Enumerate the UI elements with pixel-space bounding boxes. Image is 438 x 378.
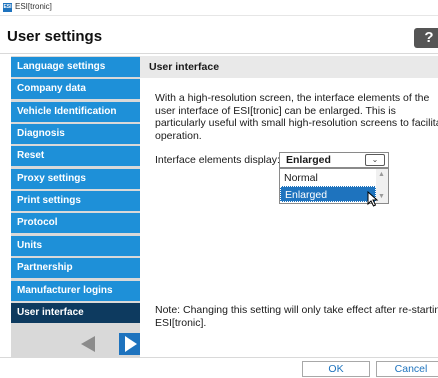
chevron-down-icon[interactable]: ⌄ bbox=[365, 154, 385, 166]
page-header: User settings ? bbox=[0, 16, 438, 54]
window-title: ESI[tronic] bbox=[15, 2, 52, 11]
section-header: User interface bbox=[140, 56, 438, 78]
sidebar-item-proxy-settings[interactable]: Proxy settings bbox=[11, 169, 140, 189]
sidebar-item-user-interface[interactable]: User interface bbox=[11, 303, 140, 323]
previous-arrow-icon[interactable] bbox=[81, 336, 95, 352]
display-label: Interface elements display: bbox=[155, 154, 280, 166]
sidebar-item-company-data[interactable]: Company data bbox=[11, 79, 140, 99]
page-title: User settings bbox=[7, 28, 103, 45]
sidebar-pager bbox=[11, 333, 140, 355]
sidebar-item-manufacturer-logins[interactable]: Manufacturer logins bbox=[11, 281, 140, 301]
ok-button[interactable]: OK bbox=[302, 361, 370, 377]
dropdown-selected-value: Enlarged bbox=[286, 154, 331, 166]
section-title: User interface bbox=[149, 61, 220, 73]
sidebar-item-print-settings[interactable]: Print settings bbox=[11, 191, 140, 211]
restart-note: Note: Changing this setting will only ta… bbox=[155, 304, 438, 329]
sidebar-item-language-settings[interactable]: Language settings bbox=[11, 57, 140, 77]
title-bar: ESI ESI[tronic] bbox=[0, 0, 438, 16]
sidebar-item-protocol[interactable]: Protocol bbox=[11, 213, 140, 233]
option-enlarged[interactable]: Enlarged bbox=[280, 186, 376, 202]
sidebar-item-reset[interactable]: Reset bbox=[11, 146, 140, 166]
app-logo-icon: ESI bbox=[3, 3, 12, 12]
option-normal[interactable]: Normal bbox=[280, 170, 376, 186]
description-text: With a high-resolution screen, the inter… bbox=[155, 92, 438, 142]
sidebar-item-vehicle-identification[interactable]: Vehicle Identification bbox=[11, 102, 140, 122]
next-arrow-icon bbox=[125, 336, 137, 352]
next-button[interactable] bbox=[119, 333, 140, 355]
scroll-up-icon[interactable]: ▲ bbox=[378, 171, 385, 178]
scroll-down-icon[interactable]: ▼ bbox=[378, 193, 385, 200]
help-button[interactable]: ? bbox=[414, 28, 438, 48]
mouse-pointer-icon bbox=[367, 191, 379, 207]
cancel-button[interactable]: Cancel bbox=[376, 361, 438, 377]
dialog-footer: OK Cancel bbox=[0, 357, 438, 378]
display-size-dropdown[interactable]: Enlarged ⌄ bbox=[279, 152, 389, 168]
sidebar: Language settings Company data Vehicle I… bbox=[11, 56, 140, 357]
main-panel: User interface With a high-resolution sc… bbox=[140, 56, 438, 357]
sidebar-item-diagnosis[interactable]: Diagnosis bbox=[11, 124, 140, 144]
sidebar-item-units[interactable]: Units bbox=[11, 236, 140, 256]
sidebar-item-partnership[interactable]: Partnership bbox=[11, 258, 140, 278]
